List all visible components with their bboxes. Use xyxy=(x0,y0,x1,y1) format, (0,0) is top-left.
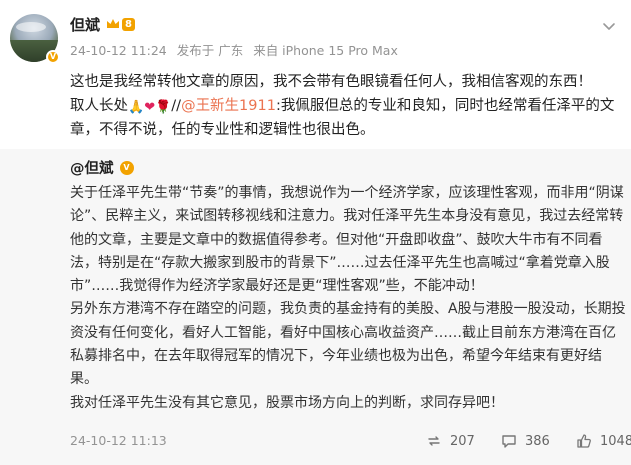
like-button[interactable]: 1048 xyxy=(576,431,631,451)
repost-icon xyxy=(428,436,440,446)
post-meta: 24-10-12 11:24 发布于 广东 来自 iPhone 15 Pro M… xyxy=(70,40,404,59)
heart-icon: ❤ xyxy=(144,100,156,115)
retweet-footer: 24-10-12 11:13 207 386 1048 xyxy=(70,431,631,451)
avatar-sky xyxy=(16,22,46,32)
post-line-2: 取人长处🙏❤🌹//@王新生1911:我佩服但总的专业和良知，同时也经常看任泽平的… xyxy=(70,94,626,142)
retweet-verified-icon: V xyxy=(119,160,134,175)
author-row: 但斌 8 xyxy=(70,12,135,36)
repost-count: 207 xyxy=(450,433,475,449)
post-time[interactable]: 24-10-12 11:24 xyxy=(70,43,167,58)
post-separator: // xyxy=(171,98,182,114)
mention-link[interactable]: @王新生1911 xyxy=(181,98,276,114)
vip-level-badge[interactable]: 8 xyxy=(122,17,135,31)
like-icon xyxy=(577,434,591,448)
post-line-1: 这也是我经常转他文章的原因，我不会带有色眼镜看任何人，我相信客观的东西！ xyxy=(70,74,592,90)
praying-hands-icon: 🙏 xyxy=(128,100,145,115)
retweet-paragraph-2: 另外东方港湾不存在踏空的问题，我负责的基金持有的美股、A股与港股一股没动，长期投… xyxy=(70,301,626,388)
rose-icon: 🌹 xyxy=(155,100,172,115)
crown-icon[interactable] xyxy=(106,18,120,30)
post-location: 发布于 广东 xyxy=(176,43,244,58)
retweet-author[interactable]: @但斌 V xyxy=(70,157,134,178)
retweet-box[interactable]: @但斌 V 关于任泽平先生带“节奏”的事情，我想说作为一个经济学家，应该理性客观… xyxy=(0,149,631,465)
comment-icon xyxy=(502,435,516,448)
chevron-down-icon[interactable] xyxy=(601,18,617,34)
retweet-text: 关于任泽平先生带“节奏”的事情，我想说作为一个经济学家，应该理性客观，而非用“阴… xyxy=(70,182,626,415)
comment-button[interactable]: 386 xyxy=(501,431,550,451)
retweet-paragraph-3: 我对任泽平先生没有其它意见，股票市场方向上的判断，求同存异吧！ xyxy=(70,394,504,411)
post-content: 这也是我经常转他文章的原因，我不会带有色眼镜看任何人，我相信客观的东西！ 取人长… xyxy=(70,70,626,142)
retweet-author-name[interactable]: @但斌 xyxy=(70,157,114,178)
post-device: 来自 iPhone 15 Pro Max xyxy=(253,43,398,58)
verified-badge-icon: V xyxy=(46,50,60,64)
weibo-post: V 但斌 8 24-10-12 11:24 发布于 广东 来自 iPhone 1… xyxy=(0,0,631,465)
post-prefix: 取人长处 xyxy=(70,98,128,114)
repost-button[interactable]: 207 xyxy=(426,431,475,451)
like-count: 1048 xyxy=(600,433,631,449)
retweet-time[interactable]: 24-10-12 11:13 xyxy=(70,433,167,448)
comment-count: 386 xyxy=(525,433,550,449)
author-name[interactable]: 但斌 xyxy=(70,14,100,35)
retweet-paragraph-1: 关于任泽平先生带“节奏”的事情，我想说作为一个经济学家，应该理性客观，而非用“阴… xyxy=(70,185,624,295)
